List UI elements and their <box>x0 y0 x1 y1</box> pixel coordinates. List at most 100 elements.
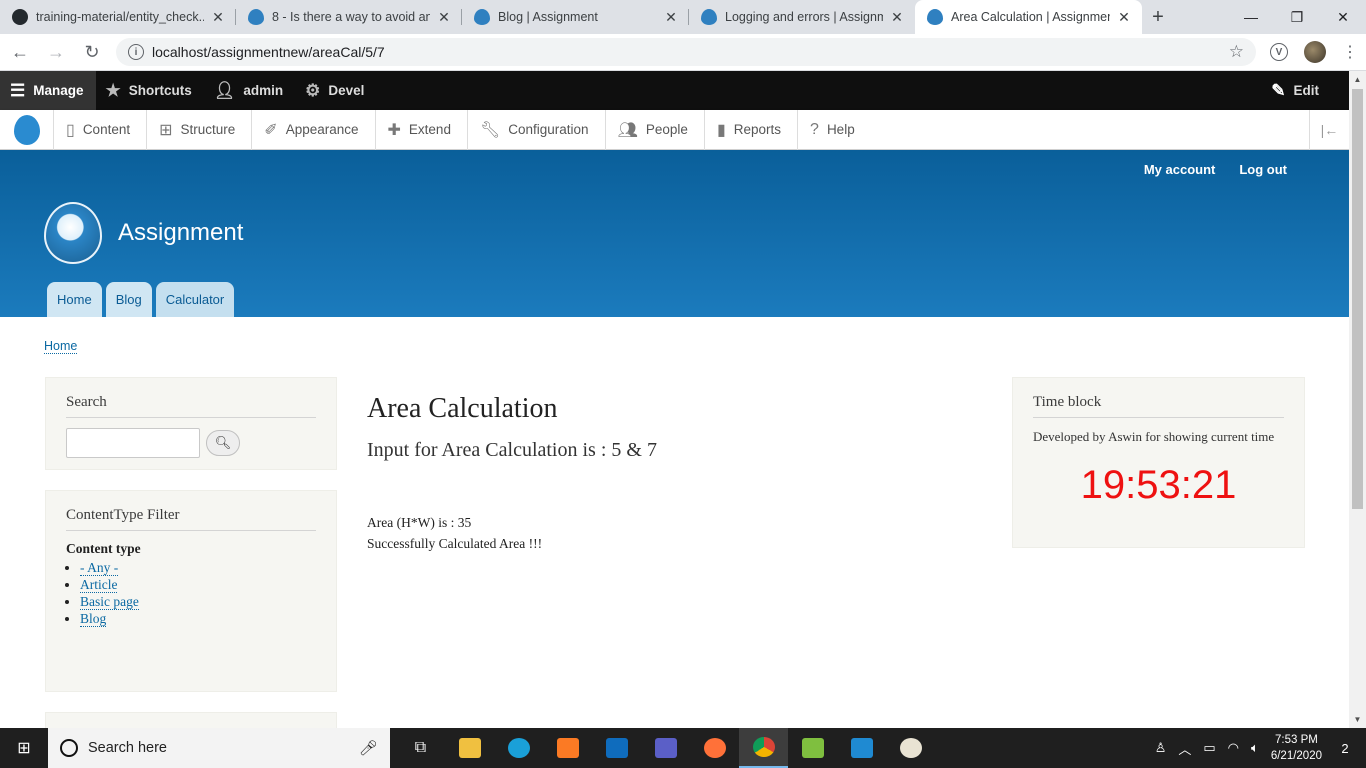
volume-icon[interactable]: 🔈︎ <box>1251 740 1259 756</box>
browser-tab-active[interactable]: Area Calculation | Assignment ✕ <box>915 0 1142 34</box>
hamburger-icon: ☰ <box>10 80 26 100</box>
avatar[interactable] <box>1304 41 1326 63</box>
page-title: Area Calculation <box>367 393 558 424</box>
menu-item-home[interactable]: Home <box>47 282 102 317</box>
input-summary: Input for Area Calculation is : 5 & 7 <box>367 439 657 461</box>
my-account-link[interactable]: My account <box>1144 162 1216 177</box>
tray-content[interactable]: ▯ Content <box>54 109 148 150</box>
windows-start-icon[interactable]: ⊞ <box>0 728 48 768</box>
back-icon[interactable]: ← <box>4 36 36 68</box>
help-icon: ? <box>810 120 819 138</box>
taskbar-search-placeholder: Search here <box>88 740 167 756</box>
url-text[interactable]: localhost/assignmentnew/areaCal/5/7 <box>152 44 1229 60</box>
new-tab-button[interactable]: + <box>1142 0 1174 34</box>
tray-appearance[interactable]: ✐ Appearance <box>252 109 376 150</box>
teams-icon[interactable] <box>641 728 690 768</box>
tray-configuration[interactable]: 🔧︎ Configuration <box>468 109 606 150</box>
filter-link[interactable]: Basic page <box>80 594 139 610</box>
bar-chart-icon: ▮ <box>716 121 726 139</box>
time-description: Developed by Aswin for showing current t… <box>1033 429 1275 444</box>
edge-icon[interactable] <box>494 728 543 768</box>
browser-tab[interactable]: 8 - Is there a way to avoid and... ✕ <box>236 0 462 34</box>
maximize-icon[interactable]: ❐ <box>1274 0 1320 34</box>
scroll-down-icon[interactable]: ▼ <box>1349 711 1366 728</box>
log-out-link[interactable]: Log out <box>1239 162 1287 177</box>
drupal-logo-icon[interactable] <box>0 109 54 150</box>
github-icon <box>12 9 28 25</box>
breadcrumb[interactable]: Home <box>44 339 78 354</box>
filter-link[interactable]: Article <box>80 577 118 593</box>
reload-icon[interactable]: ↻ <box>76 36 108 68</box>
info-icon[interactable]: i <box>128 44 144 60</box>
tray-people[interactable]: 👥︎ People <box>606 109 705 150</box>
drupal-icon <box>927 9 943 25</box>
task-view-icon[interactable]: ⧉ <box>396 728 445 768</box>
battery-icon[interactable]: ▭ <box>1203 740 1215 756</box>
browser-tab[interactable]: Logging and errors | Assignme... ✕ <box>689 0 915 34</box>
search-icon: 🔍︎ <box>214 435 232 450</box>
taskbar-clock[interactable]: 7:53 PM 6/21/2020 <box>1271 732 1322 764</box>
toolbar-shortcuts[interactable]: ★ Shortcuts <box>96 71 204 110</box>
search-input[interactable] <box>66 428 200 458</box>
close-icon[interactable]: ✕ <box>210 9 226 26</box>
notepad-icon[interactable] <box>788 728 837 768</box>
block-title: Time block <box>1033 394 1284 418</box>
chrome-icon[interactable] <box>739 728 788 768</box>
toolbar-manage[interactable]: ☰ Manage <box>0 71 96 110</box>
main-content: Area Calculation Input for Area Calculat… <box>367 377 987 554</box>
tray-help[interactable]: ? Help <box>798 110 871 150</box>
tab-title: training-material/entity_check... <box>36 10 204 24</box>
tray-structure[interactable]: ⊞ Structure <box>147 109 253 150</box>
close-icon[interactable]: ✕ <box>436 9 452 26</box>
browser-tab[interactable]: training-material/entity_check... ✕ <box>0 0 236 34</box>
paint-icon[interactable] <box>886 728 935 768</box>
notification-icon[interactable]: 2 <box>1334 738 1356 758</box>
filter-link[interactable]: Blog <box>80 611 107 627</box>
scrollbar-thumb[interactable] <box>1352 89 1363 509</box>
page-scrollbar[interactable]: ▲ ▼ <box>1349 71 1366 728</box>
wifi-icon[interactable]: ◠ <box>1228 740 1239 756</box>
primary-menu: Home Blog Calculator <box>47 282 235 317</box>
toolbar-devel[interactable]: ⚙ Devel <box>295 71 376 110</box>
browser-tab[interactable]: Blog | Assignment ✕ <box>462 0 689 34</box>
menu-item-blog[interactable]: Blog <box>105 282 152 317</box>
time-block: Time block Developed by Aswin for showin… <box>1012 377 1305 548</box>
toolbar-user[interactable]: 👤︎ admin <box>204 71 295 110</box>
vscode-icon[interactable] <box>837 728 886 768</box>
chevron-up-icon[interactable]: ︿ <box>1178 739 1191 758</box>
close-window-icon[interactable]: ✕ <box>1320 0 1366 34</box>
tab-title: Logging and errors | Assignme... <box>725 10 883 24</box>
close-icon[interactable]: ✕ <box>889 9 905 26</box>
people-icon[interactable]: ♙ <box>1155 740 1167 756</box>
close-icon[interactable]: ✕ <box>663 9 679 26</box>
block-title: Search <box>66 394 316 418</box>
url-bar[interactable]: i localhost/assignmentnew/areaCal/5/7 ☆ <box>116 38 1256 66</box>
star-icon: ★ <box>105 80 121 100</box>
site-logo[interactable] <box>44 202 102 264</box>
tray-extend[interactable]: ✚ Extend <box>376 109 468 150</box>
close-icon[interactable]: ✕ <box>1116 9 1132 26</box>
paintbrush-icon: ✐ <box>264 121 278 139</box>
toolbar-edit[interactable]: ✎ Edit <box>1261 71 1349 110</box>
file-explorer-icon[interactable] <box>445 728 494 768</box>
extension-icon[interactable]: V <box>1270 43 1288 61</box>
microphone-icon[interactable]: 🎤︎ <box>359 739 378 757</box>
site-branding: Assignment <box>44 202 243 264</box>
forward-icon[interactable]: → <box>40 36 72 68</box>
puzzle-icon: ✚ <box>387 121 401 139</box>
xampp-icon[interactable] <box>543 728 592 768</box>
filter-link[interactable]: - Any - <box>80 560 119 576</box>
site-name[interactable]: Assignment <box>118 219 243 247</box>
search-button[interactable]: 🔍︎ <box>206 430 240 456</box>
taskbar-search[interactable]: Search here 🎤︎ <box>48 728 390 768</box>
star-icon[interactable]: ☆ <box>1229 42 1244 62</box>
browser-menu-icon[interactable]: ⋮ <box>1342 42 1358 62</box>
tray-reports[interactable]: ▮ Reports <box>705 109 799 150</box>
collapse-toolbar-icon[interactable]: |← <box>1309 109 1349 150</box>
scroll-up-icon[interactable]: ▲ <box>1349 71 1366 88</box>
list-item: Article <box>80 576 316 593</box>
firefox-icon[interactable] <box>690 728 739 768</box>
menu-item-calculator[interactable]: Calculator <box>155 282 235 317</box>
minimize-icon[interactable]: — <box>1228 0 1274 34</box>
outlook-icon[interactable] <box>592 728 641 768</box>
